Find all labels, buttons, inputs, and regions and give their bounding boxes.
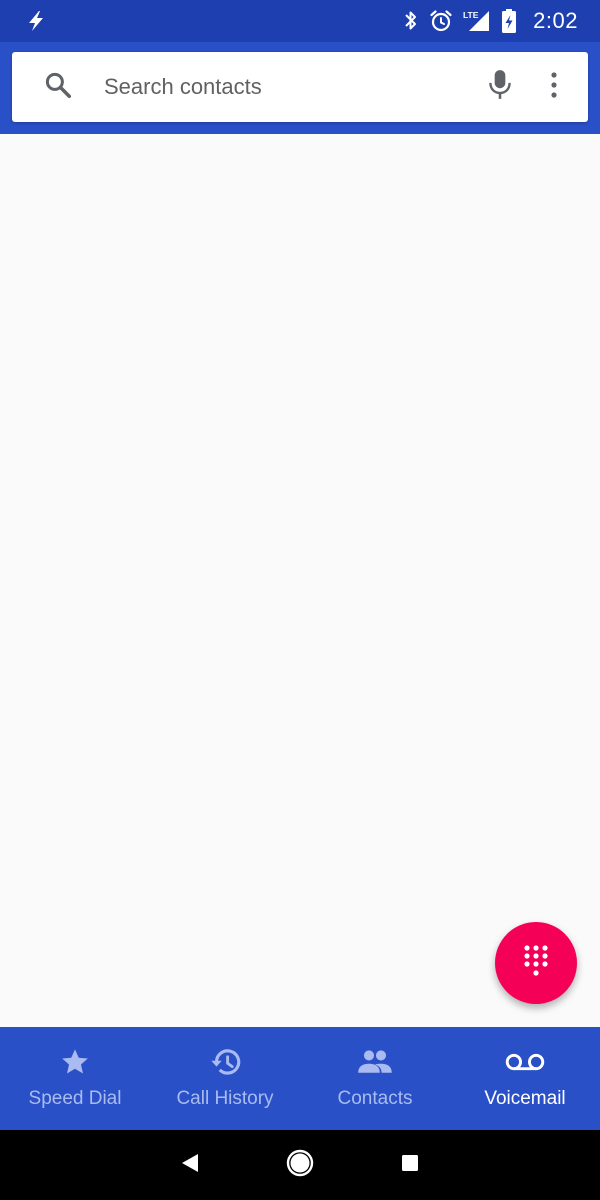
battery-charging-icon <box>501 8 517 34</box>
history-icon <box>208 1045 242 1079</box>
alarm-icon <box>429 9 453 33</box>
system-navigation-bar <box>0 1130 600 1200</box>
bolt-icon <box>26 10 46 32</box>
tab-speed-dial[interactable]: Speed Dial <box>0 1027 150 1130</box>
recents-icon <box>400 1153 420 1178</box>
tab-voicemail[interactable]: Voicemail <box>450 1027 600 1130</box>
people-icon <box>357 1045 393 1079</box>
tab-speed-dial-label: Speed Dial <box>28 1088 122 1109</box>
tab-contacts-label: Contacts <box>337 1088 413 1109</box>
back-button[interactable] <box>135 1130 245 1200</box>
bluetooth-icon <box>403 9 419 33</box>
bottom-navigation: Speed Dial Call History Contacts Voicema… <box>0 1027 600 1130</box>
more-vert-icon <box>549 71 559 104</box>
search-button[interactable] <box>12 70 104 105</box>
tab-voicemail-label: Voicemail <box>484 1088 566 1109</box>
status-bar: LTE 2:02 <box>0 0 600 42</box>
tab-call-history[interactable]: Call History <box>150 1027 300 1130</box>
more-options-button[interactable] <box>528 71 588 104</box>
voice-search-button[interactable] <box>472 69 528 106</box>
recents-button[interactable] <box>355 1130 465 1200</box>
lte-signal-icon: LTE <box>463 9 491 33</box>
status-time: 2:02 <box>533 8 578 33</box>
app-header <box>0 42 600 134</box>
network-label: LTE <box>463 10 479 20</box>
search-icon <box>43 70 73 105</box>
home-button[interactable] <box>245 1130 355 1200</box>
microphone-icon <box>487 69 513 106</box>
voicemail-icon <box>505 1045 545 1079</box>
home-icon <box>285 1148 315 1183</box>
search-bar[interactable] <box>12 52 588 122</box>
dialpad-icon <box>523 944 549 983</box>
back-icon <box>180 1152 200 1179</box>
voicemail-content <box>0 134 600 1027</box>
dialpad-button[interactable] <box>495 922 577 1004</box>
tab-contacts[interactable]: Contacts <box>300 1027 450 1130</box>
search-input[interactable] <box>104 52 472 122</box>
dialer-screen: LTE 2:02 Search contacts Speed Dial Call… <box>0 0 600 1200</box>
star-icon <box>59 1045 91 1079</box>
tab-call-history-label: Call History <box>176 1088 274 1109</box>
